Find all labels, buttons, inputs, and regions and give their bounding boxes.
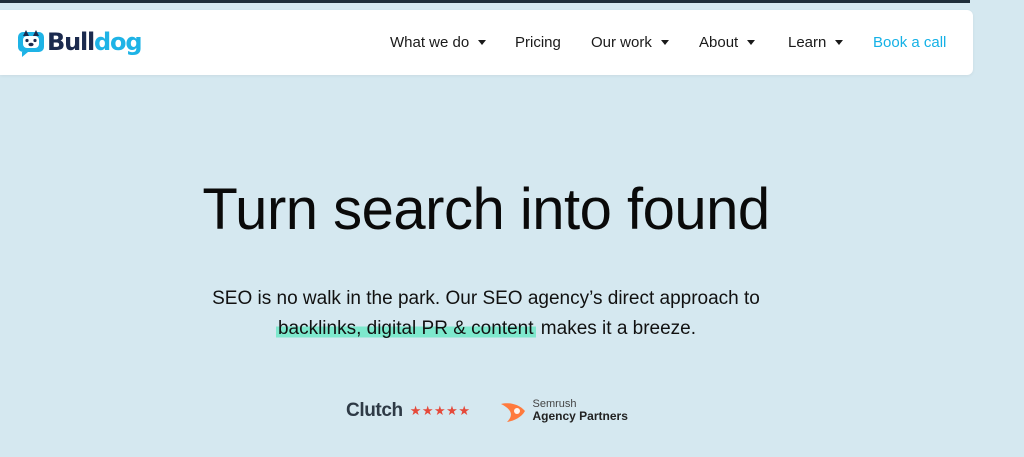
hero-subtitle-highlight: backlinks, digital PR & content <box>275 318 536 339</box>
nav-item-what-we-do[interactable]: What we do <box>390 34 487 51</box>
bulldog-logo-link[interactable]: Bulldog <box>16 25 143 59</box>
nav-item-our-work[interactable]: Our work <box>591 34 669 51</box>
nav-item-learn[interactable]: Learn <box>788 34 844 51</box>
trust-badges: Clutch ★★★★★ Semrush Agency Partners <box>346 394 628 428</box>
chevron-down-icon <box>747 40 756 45</box>
clutch-rating-stars: ★★★★★ <box>409 403 471 418</box>
agency-partners-label: Agency Partners <box>532 409 628 424</box>
hero-subtitle: SEO is no walk in the park. Our SEO agen… <box>0 284 972 344</box>
bulldog-logo-icon <box>18 30 44 57</box>
nav-item-label: Our work <box>591 34 652 51</box>
top-border-strip <box>0 0 970 3</box>
chevron-down-icon <box>478 40 487 45</box>
book-a-call-link[interactable]: Book a call <box>873 34 946 51</box>
semrush-badge-text: Semrush Agency Partners <box>532 398 628 424</box>
semrush-agency-badge: Semrush Agency Partners <box>499 398 628 424</box>
nav-item-label: What we do <box>390 34 470 51</box>
chevron-down-icon <box>660 40 669 45</box>
semrush-flame-icon <box>500 403 525 422</box>
hero-subtitle-line1: SEO is no walk in the park. Our SEO agen… <box>212 288 760 309</box>
nav-item-label: Learn <box>788 34 827 51</box>
site-header: Bulldog What we do Pricing Our work Abou… <box>0 10 973 75</box>
nav-item-label: Pricing <box>515 34 561 51</box>
nav-item-label: About <box>699 34 739 51</box>
brand-wordmark: Bulldog <box>47 28 143 56</box>
nav-item-pricing[interactable]: Pricing <box>515 34 561 51</box>
hero-subtitle-tail: makes it a breeze. <box>535 318 697 339</box>
chevron-down-icon <box>835 40 844 45</box>
nav-item-about[interactable]: About <box>699 34 756 51</box>
hero-title: Turn search into found <box>202 177 770 242</box>
clutch-logo: Clutch <box>346 400 403 421</box>
